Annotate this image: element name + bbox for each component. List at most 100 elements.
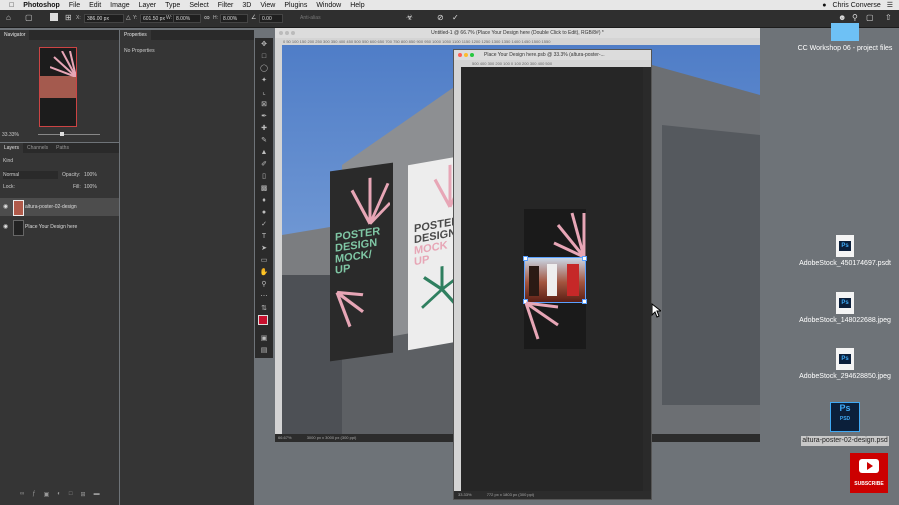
height-field[interactable]: 8.00% xyxy=(220,14,248,23)
document-titlebar[interactable]: Untitled-1 @ 66.7% (Place Your Design he… xyxy=(275,28,760,38)
close-window-icon[interactable] xyxy=(279,31,283,35)
share-icon[interactable]: ⇧ xyxy=(885,13,892,22)
placed-photo-selected[interactable] xyxy=(523,256,587,304)
transform-handle[interactable] xyxy=(582,299,587,304)
layer-name[interactable]: altura-poster-02-design xyxy=(25,198,77,216)
transform-handle[interactable] xyxy=(582,256,587,261)
move-tool-icon[interactable]: ✥ xyxy=(255,38,273,50)
menubar-user-name[interactable]: Chris Converse xyxy=(832,2,880,9)
close-window-icon[interactable] xyxy=(458,53,462,57)
warp-icon[interactable]: ☣ xyxy=(406,13,413,22)
cancel-icon[interactable]: ⊘ xyxy=(437,13,444,22)
dodge-tool-icon[interactable]: ● xyxy=(255,206,273,218)
list-icon[interactable]: ☰ xyxy=(887,1,893,9)
psb-canvas[interactable] xyxy=(461,67,643,491)
stamp-tool-icon[interactable]: ▲ xyxy=(255,146,273,158)
home-icon[interactable]: ⌂ xyxy=(6,13,11,22)
zoom-window-icon[interactable] xyxy=(470,53,474,57)
edit-toolbar-icon[interactable]: ⇅ xyxy=(255,302,273,314)
gradient-tool-icon[interactable]: ▩ xyxy=(255,182,273,194)
frame-tool-icon[interactable]: ⊠ xyxy=(255,98,273,110)
folder-icon[interactable] xyxy=(831,23,859,41)
menu-layer[interactable]: Layer xyxy=(139,2,157,9)
navigator-zoom-slider[interactable] xyxy=(38,134,100,135)
menu-type[interactable]: Type xyxy=(165,2,180,9)
minimize-window-icon[interactable] xyxy=(464,53,468,57)
desktop-file[interactable]: Ps AdobeStock_450174697.psdt xyxy=(791,235,899,268)
zoom-tool-icon[interactable]: ⚲ xyxy=(255,278,273,290)
foreground-color-swatch[interactable] xyxy=(258,315,268,325)
layer-name[interactable]: Place Your Design here xyxy=(25,218,77,236)
doc2-zoom[interactable]: 33.33% xyxy=(458,492,472,497)
minimize-window-icon[interactable] xyxy=(285,31,289,35)
link-layers-icon[interactable]: ∞ xyxy=(20,491,24,498)
menu-3d[interactable]: 3D xyxy=(242,2,251,9)
crop-tool-icon[interactable]: ⌞ xyxy=(255,86,273,98)
new-layer-icon[interactable]: ⊞ xyxy=(81,491,86,498)
subscribe-badge[interactable]: SUBSCRIBE xyxy=(850,453,888,493)
reference-point-checkbox[interactable] xyxy=(50,13,58,21)
more-tools-icon[interactable]: ⋯ xyxy=(255,290,273,302)
menu-edit[interactable]: Edit xyxy=(89,2,101,9)
menu-image[interactable]: Image xyxy=(110,2,129,9)
doc2-size[interactable]: 772 px x 1803 px (300 ppi) xyxy=(487,492,534,497)
workspace-icon[interactable]: ▢ xyxy=(866,13,874,22)
transform-tool-icon[interactable]: ▢ xyxy=(25,13,33,22)
vertical-ruler[interactable] xyxy=(275,45,282,434)
psb-horizontal-ruler[interactable]: 500 400 300 200 100 0 100 200 300 400 50… xyxy=(454,60,651,67)
tab-navigator[interactable]: Navigator xyxy=(0,30,30,40)
tab-layers[interactable]: Layers xyxy=(0,143,24,153)
visibility-eye-icon[interactable]: ◉ xyxy=(3,198,8,216)
navigator-thumbnail[interactable] xyxy=(39,47,77,127)
layer-row[interactable]: ◉ altura-poster-02-design xyxy=(0,198,119,216)
menu-window[interactable]: Window xyxy=(316,2,341,9)
desktop-file[interactable]: Ps AdobeStock_148022688.jpeg xyxy=(791,292,899,325)
filter-kind-select[interactable]: Kind xyxy=(3,158,13,164)
screen-mode-icon[interactable]: ▤ xyxy=(255,344,273,356)
navigator-zoom-handle[interactable] xyxy=(60,132,64,136)
reference-point-icon[interactable]: ⊞ xyxy=(65,13,72,22)
doc1-size[interactable]: 3000 px x 3000 px (300 ppi) xyxy=(307,435,357,440)
psb-titlebar[interactable]: Place Your Design here.psb @ 33.3% (altu… xyxy=(454,50,651,60)
user-icon[interactable]: ☻ xyxy=(838,13,846,22)
menu-help[interactable]: Help xyxy=(350,2,364,9)
mask-icon[interactable]: ▣ xyxy=(44,491,50,498)
navigator-zoom-value[interactable]: 33.33% xyxy=(2,132,19,138)
menu-select[interactable]: Select xyxy=(189,2,208,9)
lasso-tool-icon[interactable]: ◯ xyxy=(255,62,273,74)
fx-icon[interactable]: ƒ xyxy=(32,491,35,498)
menu-app-name[interactable]: Photoshop xyxy=(23,2,60,9)
relative-position-icon[interactable]: △ xyxy=(126,14,131,21)
transform-handle[interactable] xyxy=(523,256,528,261)
width-field[interactable]: 8.00% xyxy=(173,14,201,23)
trash-icon[interactable]: ▬ xyxy=(94,491,100,498)
doc1-zoom[interactable]: 66.67% xyxy=(278,435,292,440)
eraser-tool-icon[interactable]: ▯ xyxy=(255,170,273,182)
tab-paths[interactable]: Paths xyxy=(52,145,73,151)
zoom-window-icon[interactable] xyxy=(291,31,295,35)
user-avatar-icon[interactable]: ● xyxy=(822,2,826,9)
commit-check-icon[interactable]: ✓ xyxy=(452,13,459,22)
fill-field[interactable]: 100% xyxy=(84,184,97,190)
desktop-file-selected[interactable]: Ps PSD altura-poster-02-design.psd xyxy=(801,402,889,446)
layer-row[interactable]: ◉ Place Your Design here xyxy=(0,218,119,236)
color-swatches[interactable] xyxy=(255,314,273,332)
desktop-file[interactable]: Ps AdobeStock_294628850.jpeg xyxy=(791,348,899,381)
psb-vertical-ruler[interactable] xyxy=(454,67,461,491)
path-select-tool-icon[interactable]: ➤ xyxy=(255,242,273,254)
angle-field[interactable]: 0.00 xyxy=(259,14,283,23)
menu-file[interactable]: File xyxy=(69,2,80,9)
quick-mask-icon[interactable]: ▣ xyxy=(255,332,273,344)
menu-view[interactable]: View xyxy=(260,2,275,9)
hand-tool-icon[interactable]: ✋ xyxy=(255,266,273,278)
history-brush-tool-icon[interactable]: ✐ xyxy=(255,158,273,170)
opacity-field[interactable]: 100% xyxy=(84,172,97,178)
search-icon[interactable]: ⚲ xyxy=(852,13,858,22)
folder-icon[interactable]: □ xyxy=(69,491,73,498)
rectangle-tool-icon[interactable]: ▭ xyxy=(255,254,273,266)
tab-properties[interactable]: Properties xyxy=(120,30,151,40)
menu-filter[interactable]: Filter xyxy=(218,2,234,9)
menu-plugins[interactable]: Plugins xyxy=(284,2,307,9)
blend-mode-select[interactable]: Normal xyxy=(3,171,58,179)
quick-select-tool-icon[interactable]: ✦ xyxy=(255,74,273,86)
